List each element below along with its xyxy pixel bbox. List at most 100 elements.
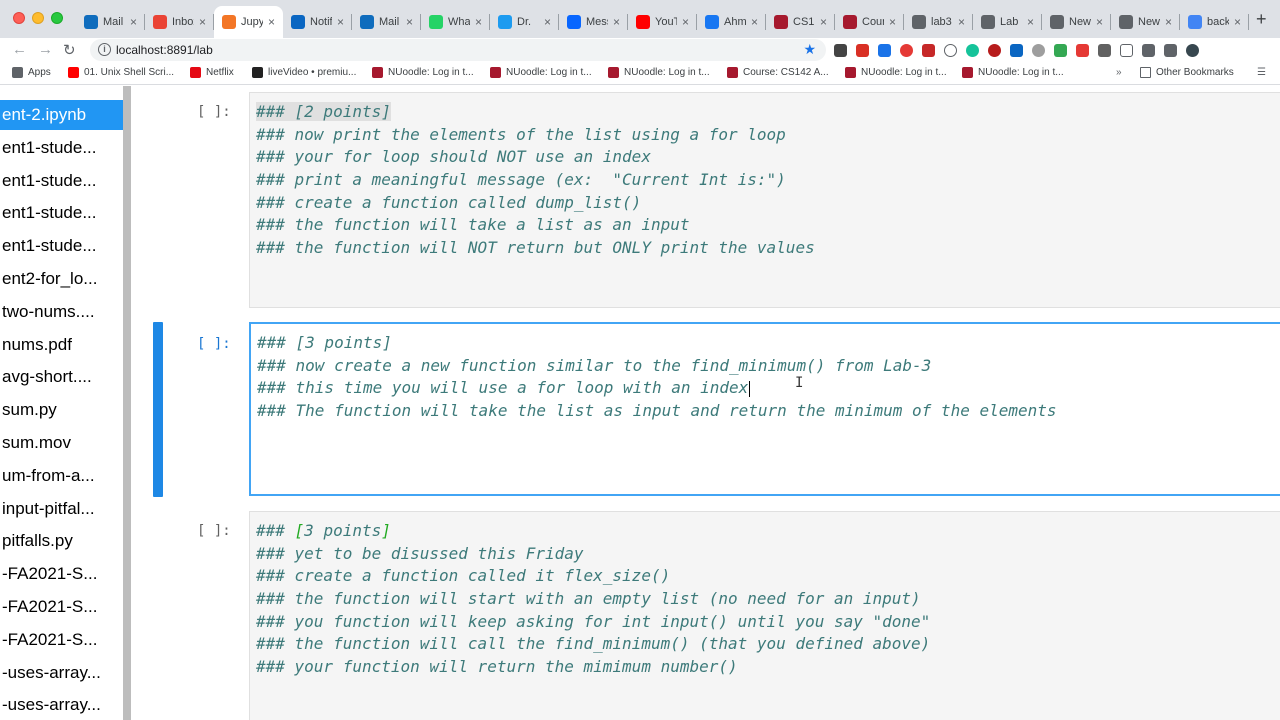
- browser-tab[interactable]: CS1 ×: [766, 6, 835, 38]
- close-tab-icon[interactable]: ×: [475, 15, 482, 29]
- extension-icon[interactable]: [1032, 43, 1045, 57]
- close-tab-icon[interactable]: ×: [1165, 15, 1172, 29]
- browser-tab[interactable]: Lab ×: [973, 6, 1042, 38]
- browser-tab[interactable]: Messenger ×: [559, 6, 628, 38]
- extension-icon[interactable]: [1142, 43, 1155, 57]
- puzzle-icon[interactable]: [1164, 43, 1177, 57]
- close-tab-icon[interactable]: ×: [682, 15, 689, 29]
- site-info-icon[interactable]: i: [98, 43, 111, 56]
- bookmark-item[interactable]: NUoodle: Log in t...: [608, 67, 710, 78]
- minimize-window-button[interactable]: [32, 12, 44, 24]
- browser-tab[interactable]: Mail ×: [76, 6, 145, 38]
- address-bar[interactable]: i localhost:8891/lab ★: [90, 39, 826, 61]
- file-item[interactable]: ent2-for_lo...: [0, 264, 123, 294]
- browser-tab[interactable]: Ahmed ×: [697, 6, 766, 38]
- file-item[interactable]: nums.pdf: [0, 330, 123, 360]
- code-cell[interactable]: [ ]: ### [3 points] ### yet to be disuss…: [131, 511, 1280, 720]
- file-item[interactable]: um-from-a...: [0, 461, 123, 491]
- extension-icon[interactable]: [1098, 43, 1111, 57]
- browser-tab[interactable]: Course ×: [835, 6, 904, 38]
- file-item[interactable]: sum.py: [0, 395, 123, 425]
- file-item[interactable]: ent1-stude...: [0, 231, 123, 261]
- bookmark-item[interactable]: Netflix: [190, 67, 234, 78]
- close-tab-icon[interactable]: ×: [751, 15, 758, 29]
- browser-tab[interactable]: Inbox ×: [145, 6, 214, 38]
- url-text[interactable]: localhost:8891/lab: [116, 43, 213, 57]
- browser-tab[interactable]: Notifications ×: [283, 6, 352, 38]
- file-item[interactable]: avg-short....: [0, 362, 123, 392]
- forward-arrow-icon[interactable]: →: [38, 41, 53, 58]
- file-item[interactable]: input-pitfal...: [0, 494, 123, 524]
- bookmark-star-icon[interactable]: ★: [803, 41, 816, 58]
- extension-icon[interactable]: [988, 43, 1001, 57]
- extension-icon[interactable]: [944, 43, 957, 57]
- reload-icon[interactable]: ↻: [63, 41, 76, 59]
- linkedin-icon[interactable]: [1010, 43, 1023, 57]
- other-bookmarks-folder[interactable]: Other Bookmarks: [1140, 67, 1234, 78]
- bookmark-item[interactable]: Course: CS142 A...: [727, 67, 829, 78]
- close-tab-icon[interactable]: ×: [889, 15, 896, 29]
- bookmark-item[interactable]: NUoodle: Log in t...: [372, 67, 474, 78]
- extension-icon[interactable]: [878, 43, 891, 57]
- close-tab-icon[interactable]: ×: [1027, 15, 1034, 29]
- more-bookmarks-button[interactable]: »: [1116, 67, 1122, 78]
- browser-tab[interactable]: New ×: [1111, 6, 1180, 38]
- browser-tab[interactable]: WhatsApp ×: [421, 6, 490, 38]
- file-item[interactable]: sum.mov: [0, 428, 123, 458]
- file-item[interactable]: -FA2021-S...: [0, 559, 123, 589]
- close-tab-icon[interactable]: ×: [1234, 15, 1241, 29]
- file-item[interactable]: -FA2021-S...: [0, 592, 123, 622]
- browser-tab[interactable]: Mail ×: [352, 6, 421, 38]
- fullscreen-window-button[interactable]: [51, 12, 63, 24]
- extension-icon[interactable]: [856, 43, 869, 57]
- back-arrow-icon[interactable]: ←: [12, 41, 27, 58]
- extension-icon[interactable]: [834, 43, 847, 57]
- cell-collapser[interactable]: [153, 322, 163, 497]
- file-item[interactable]: ent1-stude...: [0, 198, 123, 228]
- extension-icon[interactable]: [1076, 43, 1089, 57]
- close-tab-icon[interactable]: ×: [613, 15, 620, 29]
- file-item[interactable]: ent1-stude...: [0, 133, 123, 163]
- close-tab-icon[interactable]: ×: [958, 15, 965, 29]
- code-cell[interactable]: [ ]: ### [2 points] ### now print the el…: [131, 86, 1280, 308]
- avatar[interactable]: [1186, 43, 1199, 57]
- browser-tab[interactable]: back ×: [1180, 6, 1249, 38]
- file-item[interactable]: -uses-array...: [0, 690, 123, 720]
- close-tab-icon[interactable]: ×: [544, 15, 551, 29]
- close-tab-icon[interactable]: ×: [268, 15, 275, 29]
- file-item[interactable]: -FA2021-S...: [0, 625, 123, 655]
- close-tab-icon[interactable]: ×: [130, 15, 137, 29]
- extension-icon[interactable]: [922, 43, 935, 57]
- bookmark-item[interactable]: Apps: [12, 67, 51, 78]
- new-tab-button[interactable]: +: [1256, 10, 1267, 28]
- grammarly-icon[interactable]: [966, 43, 979, 57]
- file-item[interactable]: two-nums....: [0, 297, 123, 327]
- browser-tab[interactable]: New ×: [1042, 6, 1111, 38]
- cell-editor[interactable]: ### [2 points] ### now print the element…: [249, 92, 1280, 308]
- close-tab-icon[interactable]: ×: [337, 15, 344, 29]
- close-tab-icon[interactable]: ×: [406, 15, 413, 29]
- browser-tab[interactable]: Jupyter ×: [214, 6, 283, 38]
- bookmark-item[interactable]: NUoodle: Log in t...: [845, 67, 947, 78]
- file-item[interactable]: ent-2.ipynb: [0, 100, 123, 130]
- bookmark-item[interactable]: liveVideo • premiu...: [252, 67, 356, 78]
- extension-icon[interactable]: [1120, 43, 1133, 57]
- close-tab-icon[interactable]: ×: [199, 15, 206, 29]
- bookmark-item[interactable]: NUoodle: Log in t...: [962, 67, 1064, 78]
- close-tab-icon[interactable]: ×: [1096, 15, 1103, 29]
- bookmark-item[interactable]: NUoodle: Log in t...: [490, 67, 592, 78]
- adblock-icon[interactable]: [900, 43, 913, 57]
- close-tab-icon[interactable]: ×: [820, 15, 827, 29]
- google-drive-icon[interactable]: [1054, 43, 1067, 57]
- file-item[interactable]: -uses-array...: [0, 658, 123, 688]
- browser-tab[interactable]: lab3 ×: [904, 6, 973, 38]
- code-cell-active[interactable]: [ ]: ### [3 points] ### now create a new…: [131, 322, 1280, 497]
- browser-tab[interactable]: Dr. ×: [490, 6, 559, 38]
- cell-editor[interactable]: ### [3 points] ### now create a new func…: [249, 322, 1280, 496]
- reading-list-icon[interactable]: ☰: [1257, 67, 1266, 78]
- file-item[interactable]: pitfalls.py: [0, 526, 123, 556]
- cell-editor[interactable]: ### [3 points] ### yet to be disussed th…: [249, 511, 1280, 720]
- close-window-button[interactable]: [13, 12, 25, 24]
- bookmark-item[interactable]: 01. Unix Shell Scri...: [68, 67, 174, 78]
- file-item[interactable]: ent1-stude...: [0, 166, 123, 196]
